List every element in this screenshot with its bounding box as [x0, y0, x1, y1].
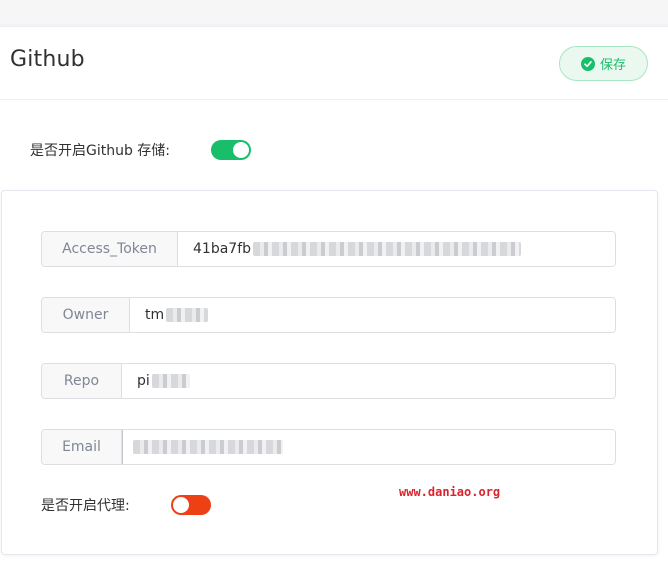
repo-field[interactable]: Repo pi: [41, 363, 616, 399]
watermark-text: www.daniao.org: [399, 485, 501, 499]
email-input[interactable]: [122, 430, 615, 464]
access-token-label: Access_Token: [42, 232, 178, 266]
repo-label: Repo: [42, 364, 122, 398]
page-title: Github: [10, 47, 85, 72]
access-token-field[interactable]: Access_Token 41ba7fb: [41, 231, 616, 267]
top-strip: [0, 0, 668, 26]
owner-input[interactable]: tm: [130, 298, 615, 332]
redacted-email: [133, 440, 283, 454]
github-storage-toggle[interactable]: [211, 140, 251, 160]
redacted-owner: [166, 308, 209, 322]
repo-input[interactable]: pi: [122, 364, 615, 398]
redacted-repo: [151, 374, 190, 388]
repo-value: pi: [137, 373, 150, 389]
toggle-knob: [233, 142, 249, 158]
owner-label: Owner: [42, 298, 130, 332]
save-button[interactable]: 保存: [559, 46, 648, 81]
owner-value: tm: [145, 307, 165, 323]
toggle-knob: [173, 497, 189, 513]
save-button-label: 保存: [599, 58, 626, 73]
redacted-token: [253, 242, 522, 256]
proxy-toggle[interactable]: [171, 495, 211, 515]
owner-field[interactable]: Owner tm: [41, 297, 616, 333]
email-field[interactable]: Email: [41, 429, 616, 465]
proxy-label: 是否开启代理:: [41, 498, 130, 514]
access-token-input[interactable]: 41ba7fb: [178, 232, 615, 266]
email-label: Email: [42, 430, 122, 464]
github-storage-label: 是否开启Github 存储:: [30, 143, 171, 159]
check-circle-icon: [580, 56, 595, 71]
settings-header: Github 保存: [0, 26, 668, 100]
access-token-value: 41ba7fb: [193, 241, 252, 257]
